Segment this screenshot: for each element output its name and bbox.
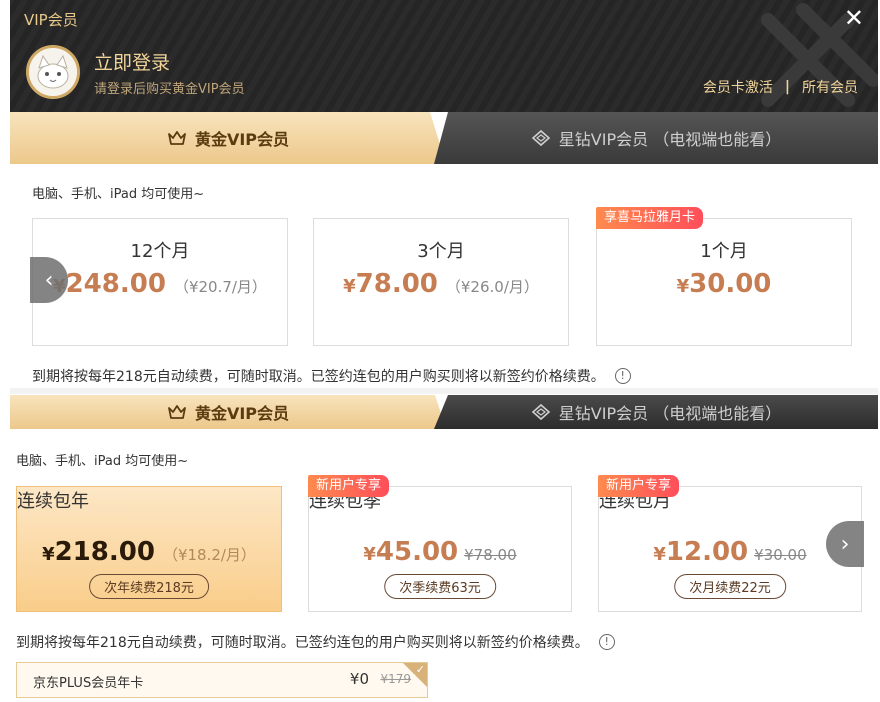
tab-star-label: 星钻VIP会员 （电视端也能看） [558,130,782,149]
close-icon[interactable]: ✕ [844,6,864,30]
plan-tag: 享喜马拉雅月卡 [596,207,704,229]
renewal-note: 到期将按每年218元自动续费，可随时取消。已签约连包的用户购买则将以新签约价格续… [32,366,631,386]
diamond-icon [531,129,551,147]
plan-period: 3个月 [417,241,465,262]
renewal-note-text: 到期将按每年218元自动续费，可随时取消。已签约连包的用户购买则将以新签约价格续… [16,635,589,651]
plan-card-1-month[interactable]: 享喜马拉雅月卡 1个月 ¥30.00 [596,207,852,346]
jd-plus-price: ¥0 [349,670,369,688]
tab-star-label: 星钻VIP会员 （电视端也能看） [558,404,782,423]
price-per-month: （¥20.7/月） [173,278,267,296]
membership-tabs-lower: 黄金VIP会员 星钻VIP会员 （电视端也能看） [10,395,878,429]
price-amount: 78.00 [355,269,438,299]
renewal-note-text: 到期将按每年218元自动续费，可随时取消。已签约连包的用户购买则将以新签约价格续… [32,369,605,385]
link-separator: | [784,79,790,95]
device-support-text: 电脑、手机、iPad 均可使用~ [16,454,189,469]
section-divider [10,388,878,394]
renewal-pill: 次年续费218元 [89,574,209,599]
currency-symbol: ¥ [363,544,376,565]
price-amount: 12.00 [665,537,749,567]
jd-plus-label: 京东PLUS会员年卡 [33,676,144,691]
jd-plus-addon[interactable]: 京东PLUS会员年卡 ¥0 ¥179 ✓ [16,662,428,698]
avatar[interactable] [26,45,80,99]
price-amount: 248.00 [65,269,166,299]
membership-tabs: 黄金VIP会员 星钻VIP会员 （电视端也能看） [10,112,878,164]
crown-icon [168,131,186,145]
plan-period: 连续包年 [17,491,89,512]
plan-price: ¥12.00 ¥30.00 [599,537,861,567]
tab-star-vip[interactable]: 星钻VIP会员 （电视端也能看） [434,395,878,429]
currency-symbol: ¥ [42,544,55,565]
login-subtitle: 请登录后购买黄金VIP会员 [94,82,245,97]
plan-price: ¥45.00 ¥78.00 [309,537,571,567]
login-button[interactable]: 立即登录 [94,48,170,75]
vip-header: VIP会员 ✕ 立即登录 请登录后购买黄金VIP会员 会员卡激活 | 所有会员 [10,0,878,112]
renewal-note: 到期将按每年218元自动续费，可随时取消。已签约连包的用户购买则将以新签约价格续… [16,632,615,652]
price-amount: 30.00 [689,269,772,299]
plan-price: ¥248.00（¥20.7/月） [33,269,287,299]
currency-symbol: ¥ [676,276,690,297]
renewal-pill: 次月续费22元 [674,574,786,599]
plan-price: ¥30.00 [597,269,851,299]
new-user-tag: 新用户专享 [598,475,680,497]
crown-icon [168,405,186,419]
chevron-right-icon: › [840,531,850,557]
price-per-month: （¥26.0/月） [445,278,539,296]
original-price: ¥78.00 [464,546,517,564]
plan-period: 1个月 [700,241,748,262]
info-icon[interactable]: ! [614,368,631,384]
info-icon[interactable]: ! [598,634,615,650]
price-per-month: （¥18.2/月） [162,546,256,564]
tab-gold-label: 黄金VIP会员 [194,130,290,149]
plan-price: ¥218.00 （¥18.2/月） [17,537,281,567]
tab-gold-vip[interactable]: 黄金VIP会员 [10,112,446,164]
plan-price: ¥78.00 （¥26.0/月） [314,269,568,299]
plan-period: 12个月 [130,241,190,262]
tab-gold-vip[interactable]: 黄金VIP会员 [10,395,446,429]
price-amount: 218.00 [54,537,155,567]
tab-gold-label: 黄金VIP会员 [194,404,290,423]
price-amount: 45.00 [375,537,459,567]
original-price: ¥30.00 [754,546,807,564]
currency-symbol: ¥ [653,544,666,565]
device-support-text: 电脑、手机、iPad 均可使用~ [32,187,205,202]
renewal-pill: 次季续费63元 [384,574,496,599]
new-user-tag: 新用户专享 [308,475,390,497]
plan-card-annual-auto[interactable]: 连续包年 ¥218.00 （¥18.2/月） 次年续费218元 [16,486,282,612]
chevron-left-icon: ‹ [44,267,54,293]
diamond-icon [531,403,551,421]
plan-card-quarterly-auto[interactable]: 新用户专享 连续包季 ¥45.00 ¥78.00 次季续费63元 [308,475,572,612]
header-links: 会员卡激活 | 所有会员 [703,77,858,97]
tab-star-vip[interactable]: 星钻VIP会员 （电视端也能看） [434,112,878,164]
avatar-cat-icon [29,48,77,96]
plan-card-12-months[interactable]: 12个月 ¥248.00（¥20.7/月） [32,218,288,346]
carousel-next-button[interactable]: › [826,521,864,567]
plan-card-monthly-auto[interactable]: 新用户专享 连续包月 ¥12.00 ¥30.00 次月续费22元 [598,475,862,612]
plan-card-3-months[interactable]: 3个月 ¥78.00 （¥26.0/月） [313,218,569,346]
vip-title: VIP会员 [24,11,78,29]
check-icon: ✓ [415,663,425,676]
all-members-link[interactable]: 所有会员 [802,77,858,97]
card-activate-link[interactable]: 会员卡激活 [703,77,773,97]
currency-symbol: ¥ [343,276,356,297]
